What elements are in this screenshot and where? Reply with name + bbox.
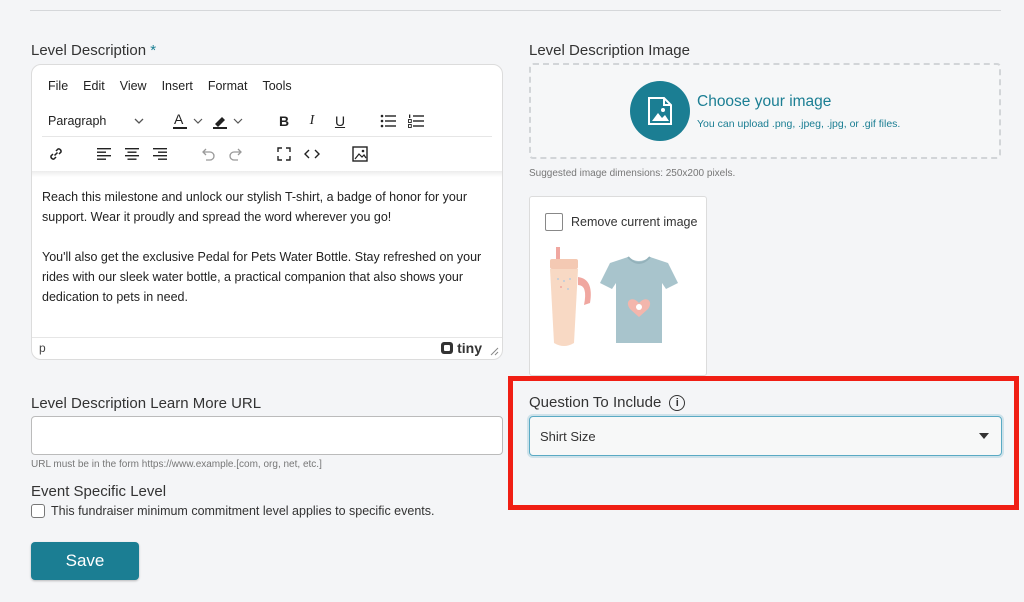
- editor-toolbar-row-2: [42, 137, 374, 171]
- content-paragraph: You'll also get the exclusive Pedal for …: [42, 250, 482, 304]
- highlighter-icon: [213, 116, 243, 129]
- undo-icon: [202, 148, 215, 161]
- top-divider: [30, 10, 1001, 11]
- url-format-hint: URL must be in the form https://www.exam…: [31, 459, 322, 470]
- menu-file[interactable]: File: [48, 79, 68, 93]
- redo-button[interactable]: [222, 141, 250, 167]
- product-image: [550, 247, 678, 346]
- align-right-icon: [153, 148, 167, 160]
- editor-content[interactable]: Reach this milestone and unlock our styl…: [42, 187, 497, 327]
- text-color-button[interactable]: A: [170, 108, 210, 134]
- block-format-value: Paragraph: [48, 113, 107, 128]
- remove-image-label: Remove current image: [571, 215, 698, 229]
- menu-edit[interactable]: Edit: [83, 79, 105, 93]
- chevron-down-icon: [134, 118, 144, 124]
- remove-image-row[interactable]: Remove current image: [545, 213, 697, 231]
- insert-image-button[interactable]: [346, 141, 374, 167]
- editor-menubar: File Edit View Insert Format Tools: [48, 79, 307, 93]
- editor-statusbar: p tiny: [32, 337, 502, 359]
- required-mark: *: [150, 42, 157, 59]
- svg-text:A: A: [174, 111, 184, 127]
- fullscreen-icon: [277, 147, 291, 161]
- italic-button[interactable]: I: [298, 108, 326, 134]
- content-paragraph: Reach this milestone and unlock our styl…: [42, 190, 467, 224]
- event-specific-checkbox[interactable]: [31, 504, 45, 518]
- resize-handle-icon[interactable]: [489, 346, 499, 356]
- tiny-logo-icon: [441, 342, 454, 354]
- align-left-icon: [97, 148, 111, 160]
- align-center-button[interactable]: [118, 141, 146, 167]
- menu-format[interactable]: Format: [208, 79, 248, 93]
- tiny-logo[interactable]: tiny: [440, 340, 482, 356]
- tiny-brand-text: tiny: [457, 340, 482, 356]
- menu-view[interactable]: View: [120, 79, 147, 93]
- block-format-select[interactable]: Paragraph: [42, 109, 150, 133]
- element-path[interactable]: p: [39, 341, 46, 355]
- question-label-row: Question To Include i: [529, 394, 686, 411]
- event-specific-row[interactable]: This fundraiser minimum commitment level…: [31, 504, 434, 518]
- event-specific-checkbox-label: This fundraiser minimum commitment level…: [51, 504, 435, 518]
- current-image-card: Remove current image: [529, 196, 707, 376]
- align-right-button[interactable]: [146, 141, 174, 167]
- numbered-list-button[interactable]: [402, 108, 430, 134]
- upload-file-types: You can upload .png, .jpeg, .jpg, or .gi…: [697, 118, 901, 130]
- bold-icon: B: [278, 112, 290, 129]
- question-select[interactable]: Shirt Size: [529, 416, 1002, 456]
- choose-image-title[interactable]: Choose your image: [697, 93, 831, 111]
- menu-insert[interactable]: Insert: [162, 79, 193, 93]
- underline-button[interactable]: U: [326, 108, 354, 134]
- remove-image-checkbox[interactable]: [545, 213, 563, 231]
- bullet-list-icon: [380, 114, 396, 127]
- align-center-icon: [125, 148, 139, 160]
- image-icon: [352, 146, 368, 162]
- editor-toolbar-row-1: Paragraph A B I U: [42, 105, 492, 137]
- link-button[interactable]: [42, 141, 70, 167]
- text-color-icon: A: [173, 111, 203, 129]
- upload-image-button[interactable]: [630, 81, 690, 141]
- learn-more-url-input[interactable]: [31, 416, 503, 455]
- code-icon: [304, 149, 320, 159]
- italic-icon: I: [309, 112, 315, 128]
- event-specific-label: Event Specific Level: [31, 483, 167, 500]
- highlight-color-button[interactable]: [210, 108, 250, 134]
- image-dropzone[interactable]: Choose your image You can upload .png, .…: [529, 63, 1001, 159]
- learn-more-url-label: Level Description Learn More URL: [31, 395, 262, 412]
- fullscreen-button[interactable]: [270, 141, 298, 167]
- info-icon[interactable]: i: [669, 394, 686, 411]
- image-dimensions-hint: Suggested image dimensions: 250x200 pixe…: [529, 168, 736, 179]
- bold-button[interactable]: B: [270, 108, 298, 134]
- question-selected-value: Shirt Size: [540, 428, 596, 444]
- save-button[interactable]: Save: [31, 542, 139, 580]
- image-file-icon: [648, 97, 672, 125]
- numbered-list-icon: [408, 114, 424, 128]
- description-label: Level Description *: [31, 42, 157, 59]
- source-code-button[interactable]: [298, 141, 326, 167]
- rich-text-editor: File Edit View Insert Format Tools Parag…: [31, 64, 503, 360]
- bullet-list-button[interactable]: [374, 108, 402, 134]
- question-label: Question To Include: [529, 394, 662, 411]
- align-left-button[interactable]: [90, 141, 118, 167]
- image-label: Level Description Image: [529, 42, 690, 59]
- underline-icon: U: [334, 112, 346, 129]
- link-icon: [50, 148, 62, 160]
- menu-tools[interactable]: Tools: [262, 79, 291, 93]
- undo-button[interactable]: [194, 141, 222, 167]
- redo-icon: [229, 148, 242, 161]
- caret-down-icon: [979, 433, 989, 439]
